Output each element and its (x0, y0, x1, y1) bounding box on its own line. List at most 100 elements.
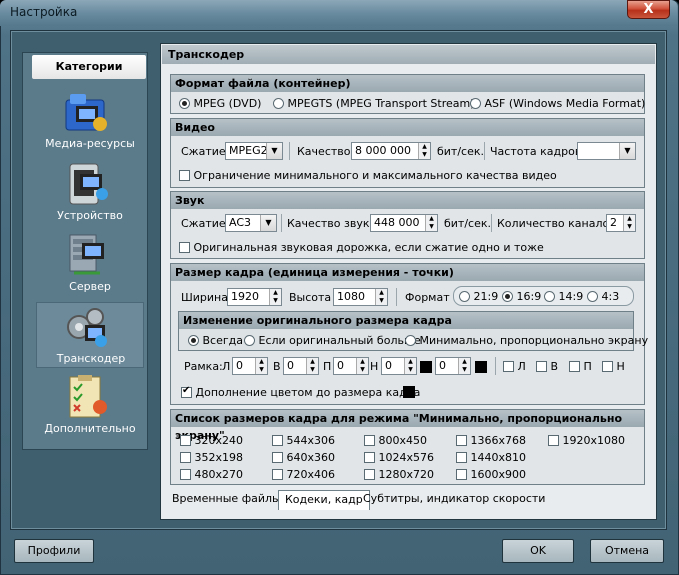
checkbox-icon (179, 170, 190, 181)
spinner-icon[interactable]: ▲ ▼ (425, 215, 437, 231)
title-bar[interactable]: Настройка (0, 0, 677, 26)
tab-temp-files[interactable]: Временные файлы (166, 490, 287, 510)
cancel-button[interactable]: Отмена (590, 539, 664, 563)
size-checkbox[interactable]: 1280x720 (364, 468, 434, 481)
device-icon (69, 163, 108, 205)
tab-subtitles[interactable]: Субтитры, индикатор скорости (357, 490, 551, 510)
aspect-option-4-3[interactable]: 4:3 (587, 290, 619, 303)
framerate-select[interactable]: ▼ (577, 142, 636, 160)
video-quality-input[interactable]: 8 000 000 ▲ ▼ (351, 142, 431, 160)
profiles-button[interactable]: Профили (14, 539, 94, 563)
size-checkbox[interactable]: 720x406 (272, 468, 335, 481)
size-checkbox[interactable]: 800x450 (364, 434, 427, 447)
chevron-down-icon: ▼ (260, 215, 276, 231)
size-checkbox[interactable]: 480x270 (180, 468, 243, 481)
checkbox-icon (180, 452, 191, 463)
close-button[interactable]: X (627, 0, 670, 19)
fill-color-swatch[interactable] (403, 386, 415, 398)
aspect-option-16-9[interactable]: 16:9 (502, 290, 541, 303)
checkbox-icon (548, 435, 559, 446)
width-label: Ширина (181, 291, 228, 304)
size-checkbox[interactable]: 352x198 (180, 451, 243, 464)
video-group-header: Видео (171, 119, 644, 136)
sidebar-item-label: Медиа-ресурсы (45, 137, 135, 150)
size-checkbox[interactable]: 320x240 (180, 434, 243, 447)
checkbox-icon (364, 435, 375, 446)
border-bottom-label: Н (370, 360, 379, 373)
radio-icon (179, 98, 190, 109)
size-checkbox[interactable]: 1366x768 (456, 434, 526, 447)
border-top-label: В (273, 360, 281, 373)
checkbox-icon (602, 361, 613, 372)
radio-icon (244, 335, 255, 346)
format-option-mpeg[interactable]: MPEG (DVD) (179, 97, 261, 110)
border-check-top[interactable]: В (536, 360, 558, 373)
tab-codecs[interactable]: Кодеки, кадр (278, 490, 370, 510)
format-option-asf[interactable]: ASF (Windows Media Format) (470, 97, 645, 110)
size-checkbox[interactable]: 1024x576 (364, 451, 434, 464)
divider (281, 214, 282, 232)
spinner-icon[interactable]: ▲ ▼ (404, 358, 416, 374)
spinner-icon[interactable]: ▲ ▼ (623, 215, 635, 231)
chevron-down-icon: ▼ (619, 143, 635, 159)
channels-input[interactable]: 2 ▲ ▼ (606, 214, 636, 232)
fill-color-checkbox[interactable]: Дополнение цветом до размера кадра (181, 385, 420, 399)
border-check-bottom[interactable]: Н (602, 360, 625, 373)
border-bottom-input[interactable]: 0 ▲ ▼ (381, 357, 417, 375)
video-compression-select[interactable]: MPEG2 ▼ (225, 142, 283, 160)
sidebar-item-additional[interactable]: Дополнительно (36, 373, 144, 439)
border-label: Рамка: (184, 360, 223, 373)
resize-option-if-bigger[interactable]: Если оригинальный больше (244, 334, 421, 347)
checkbox-icon (536, 361, 547, 372)
audio-compression-select[interactable]: AC3 ▼ (225, 214, 277, 232)
border-check-right[interactable]: П (569, 360, 592, 373)
radio-icon (544, 291, 555, 302)
audio-original-checkbox[interactable]: Оригинальная звуковая дорожка, если сжат… (179, 241, 544, 254)
spinner-icon[interactable]: ▲ ▼ (269, 289, 281, 305)
size-checkbox[interactable]: 1600x900 (456, 468, 526, 481)
checkbox-icon (569, 361, 580, 372)
checkbox-icon (180, 435, 191, 446)
transcoder-gears-icon (67, 308, 107, 347)
spinner-icon[interactable]: ▲ ▼ (255, 358, 267, 374)
radio-icon (273, 98, 284, 109)
width-input[interactable]: 1920 ▲ ▼ (227, 288, 282, 306)
size-checkbox[interactable]: 1440x810 (456, 451, 526, 464)
size-checkbox[interactable]: 544x306 (272, 434, 335, 447)
ok-button[interactable]: OK (502, 539, 574, 563)
border-check-left[interactable]: Л (503, 360, 526, 373)
border-color-swatch[interactable] (420, 361, 432, 373)
sidebar-item-server[interactable]: Сервер (36, 231, 144, 297)
spinner-icon[interactable]: ▲ ▼ (458, 358, 470, 374)
spinner-icon[interactable]: ▲ ▼ (418, 143, 430, 159)
aspect-option-21-9[interactable]: 21:9 (459, 290, 498, 303)
aspect-option-14-9[interactable]: 14:9 (544, 290, 583, 303)
resize-option-minimal[interactable]: Минимально, пропорционально экрану (405, 334, 648, 347)
audio-quality-input[interactable]: 448 000 ▲ ▼ (370, 214, 438, 232)
checkbox-icon (456, 452, 467, 463)
sidebar-item-device[interactable]: Устройство (36, 160, 144, 226)
video-limit-checkbox[interactable]: Ограничение минимального и максимального… (179, 169, 557, 182)
border-extra-input[interactable]: 0 ▲ ▼ (435, 357, 471, 375)
audio-quality-unit: бит/сек. (444, 217, 492, 230)
spinner-icon[interactable]: ▲ ▼ (306, 358, 318, 374)
radio-icon (502, 291, 513, 302)
sidebar-item-media[interactable]: Медиа-ресурсы (36, 88, 144, 154)
border-right-input[interactable]: 0 ▲ ▼ (333, 357, 369, 375)
spinner-icon[interactable]: ▲ ▼ (375, 289, 387, 305)
border-left-input[interactable]: 0 ▲ ▼ (232, 357, 268, 375)
size-checkbox[interactable]: 640x360 (272, 451, 335, 464)
sidebar-item-transcoder[interactable]: Транскодер (36, 302, 144, 368)
radio-icon (470, 98, 481, 109)
height-input[interactable]: 1080 ▲ ▼ (333, 288, 388, 306)
border-extra-color-swatch[interactable] (475, 361, 487, 373)
format-option-mpegts[interactable]: MPEGTS (MPEG Transport Stream) (273, 97, 475, 110)
checkbox-icon (272, 452, 283, 463)
resize-option-always[interactable]: Всегда (188, 334, 243, 347)
size-checkbox[interactable]: 1920x1080 (548, 434, 625, 447)
radio-icon (587, 291, 598, 302)
border-right-label: П (323, 360, 332, 373)
checkbox-icon (456, 469, 467, 480)
spinner-icon[interactable]: ▲ ▼ (356, 358, 368, 374)
border-top-input[interactable]: 0 ▲ ▼ (283, 357, 319, 375)
